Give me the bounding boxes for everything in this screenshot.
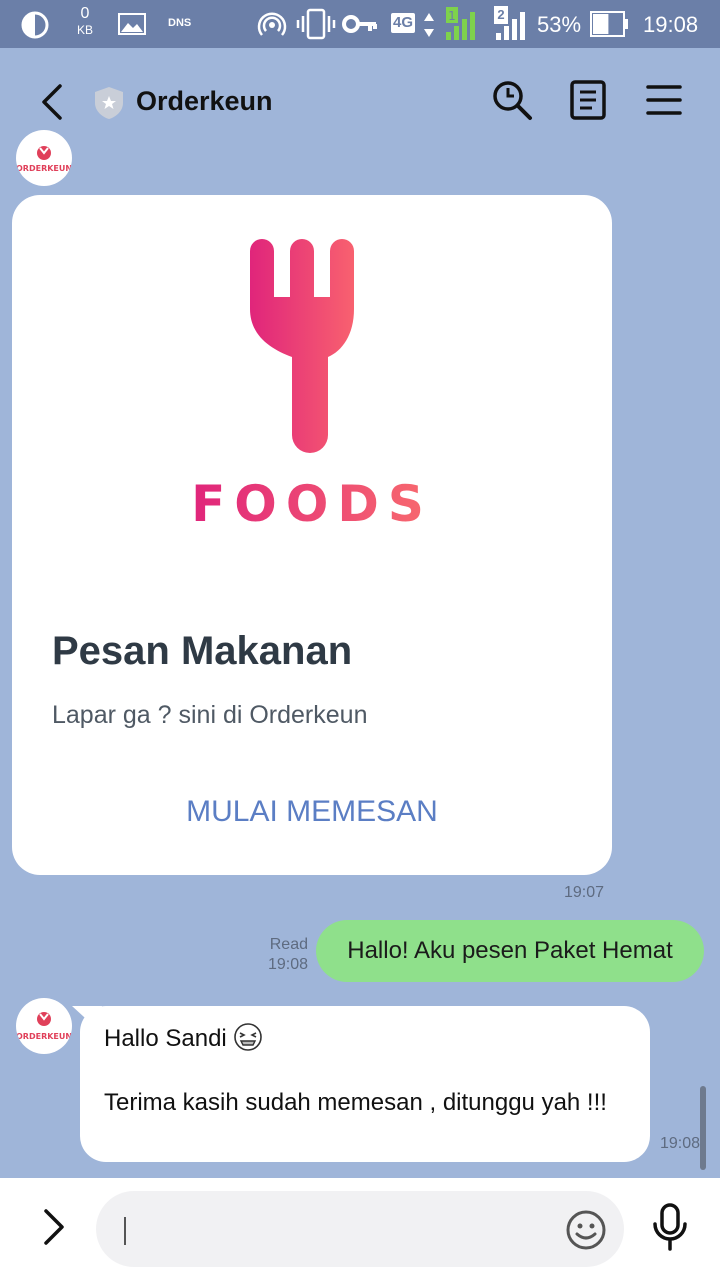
read-label: Read (269, 936, 308, 953)
bot-avatar[interactable]: ORDERKEUN (16, 998, 72, 1054)
search-icon[interactable] (490, 78, 534, 122)
text-caret (124, 1217, 126, 1245)
sent-message-text: Hallo! Aku pesen Paket Hemat (347, 937, 673, 964)
hotspot-icon (257, 12, 287, 36)
card-title: Pesan Makanan (52, 629, 353, 673)
card-description: Lapar ga ? sini di Orderkeun (52, 701, 368, 729)
emoji-icon[interactable] (564, 1208, 608, 1252)
signal-sim1-icon: 1 (446, 7, 475, 40)
back-icon[interactable] (30, 78, 78, 126)
image-notification-icon (118, 13, 146, 35)
scroll-indicator[interactable] (700, 1086, 706, 1170)
brightness-mode-icon (21, 11, 49, 39)
signal-sim2-icon (496, 12, 525, 40)
bot-avatar[interactable]: ORDERKEUN (16, 130, 72, 186)
vibrate-icon (296, 8, 336, 40)
battery-percent: 53% (537, 12, 582, 37)
chevron-right-icon[interactable] (30, 1204, 76, 1250)
brand-text: FOODS (191, 475, 433, 533)
received-message-line1: Hallo Sandi (104, 1025, 227, 1052)
svg-text:1: 1 (448, 9, 456, 23)
avatar-label: ORDERKEUN (16, 164, 72, 173)
orderkeun-logo-icon (37, 146, 51, 160)
notes-icon[interactable] (566, 78, 610, 122)
received-message-bubble[interactable]: Hallo Sandi Terima kasih sudah memesan ,… (72, 1006, 650, 1162)
avatar-label: ORDERKEUN (16, 1032, 72, 1041)
data-usage-indicator: 0 KB (72, 6, 98, 38)
card-brand-text: FOODS (12, 475, 612, 533)
received-timestamp: 19:08 (660, 1135, 701, 1152)
data-arrows-icon (424, 13, 434, 37)
received-message-line2: Terima kasih sudah memesan , ditunggu ya… (104, 1089, 607, 1116)
fork-logo-icon (250, 239, 354, 453)
bubble-tail (72, 1006, 102, 1028)
orderkeun-logo-icon (37, 1012, 51, 1026)
message-input[interactable] (96, 1191, 624, 1267)
sweat-smile-emoji-icon (234, 1023, 263, 1051)
battery-icon (590, 11, 628, 37)
status-bar: 0 KB DNS 4G 1 2 53% 19:08 (0, 0, 720, 48)
data-usage-value: 0 (80, 5, 90, 22)
chat-title[interactable]: Orderkeun (136, 86, 273, 117)
official-shield-icon (95, 87, 123, 119)
microphone-icon[interactable] (648, 1202, 692, 1252)
status-time: 19:08 (643, 12, 699, 37)
network-type-badge: 4G (391, 13, 416, 33)
start-order-button[interactable]: MULAI MEMESAN (12, 795, 612, 829)
chat-header: Orderkeun (0, 48, 720, 156)
flex-message-card[interactable]: FOODS Pesan Makanan Lapar ga ? sini di O… (12, 195, 612, 875)
dns-label: DNS (168, 17, 192, 29)
sent-message-bubble[interactable]: Hallo! Aku pesen Paket Hemat (316, 920, 704, 982)
menu-icon[interactable] (642, 78, 686, 122)
data-usage-unit: KB (76, 23, 93, 37)
card-timestamp: 19:07 (564, 884, 605, 901)
sent-timestamp: 19:08 (267, 956, 308, 973)
vpn-key-icon (342, 15, 377, 33)
message-input-bar (0, 1178, 720, 1280)
read-receipt: Read 19:08 (262, 935, 308, 975)
